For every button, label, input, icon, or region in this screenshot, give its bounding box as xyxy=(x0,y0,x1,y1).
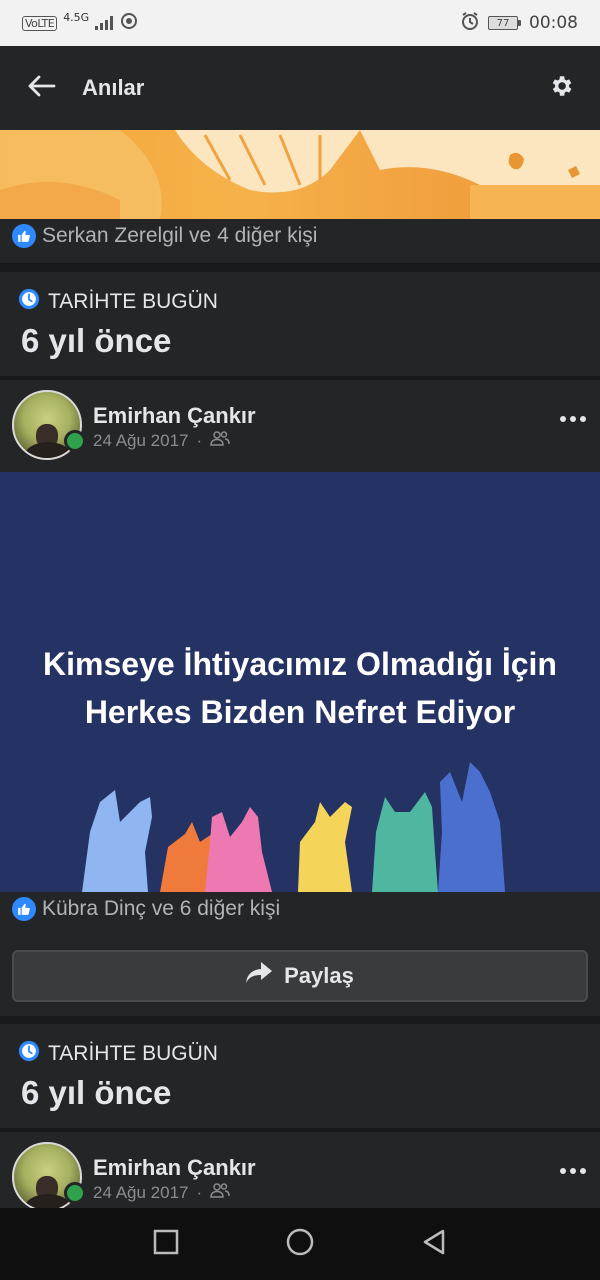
author-name[interactable]: Emirhan Çankır xyxy=(93,1155,256,1181)
reactions-text: Serkan Zerelgil ve 4 diğer kişi xyxy=(42,224,318,247)
post-date[interactable]: 24 Ağu 2017 xyxy=(93,1183,188,1203)
post-header: Emirhan Çankır 24 Ağu 2017 · xyxy=(0,1132,600,1208)
app-bar: Anılar xyxy=(0,46,600,130)
back-arrow-icon[interactable] xyxy=(26,74,56,102)
online-status-dot xyxy=(64,430,86,452)
reactions-row[interactable]: Serkan Zerelgil ve 4 diğer kişi xyxy=(12,224,317,248)
post-date[interactable]: 24 Ağu 2017 xyxy=(93,431,188,451)
status-bar: VoLTE 4.5G 77 00:08 xyxy=(0,0,600,46)
recent-apps-icon[interactable] xyxy=(152,1228,180,1260)
volte-indicator: VoLTE xyxy=(22,15,58,31)
years-ago: 6 yıl önce xyxy=(21,322,172,359)
clock-icon xyxy=(18,288,40,316)
system-navigation-bar xyxy=(0,1208,600,1280)
battery-icon: 77 xyxy=(488,16,521,30)
share-icon xyxy=(246,962,273,990)
friends-icon xyxy=(210,1182,230,1203)
more-options-icon[interactable] xyxy=(560,1168,586,1174)
share-label: Paylaş xyxy=(284,963,354,988)
share-button[interactable]: Paylaş xyxy=(12,950,588,1002)
signal-icon xyxy=(95,16,114,30)
sync-icon xyxy=(119,11,139,36)
hands-illustration xyxy=(82,762,505,892)
years-ago: 6 yıl önce xyxy=(21,1074,172,1111)
on-this-day-section: TARİHTE BUGÜN 6 yıl önce xyxy=(0,1024,600,1128)
meta-separator: · xyxy=(196,1182,203,1202)
more-options-icon[interactable] xyxy=(560,416,586,422)
clock: 00:08 xyxy=(529,13,578,33)
gear-icon[interactable] xyxy=(548,73,574,103)
post-header: Emirhan Çankır 24 Ağu 2017 · xyxy=(0,380,600,472)
memory-image-top[interactable] xyxy=(0,130,600,219)
like-icon xyxy=(12,224,36,248)
home-icon[interactable] xyxy=(284,1226,316,1262)
like-icon xyxy=(12,897,36,921)
friends-icon xyxy=(210,430,230,451)
on-this-day-section: TARİHTE BUGÜN 6 yıl önce xyxy=(0,272,600,376)
page-title: Anılar xyxy=(82,75,145,100)
section-label: TARİHTE BUGÜN xyxy=(48,1042,218,1065)
clock-icon xyxy=(18,1040,40,1068)
back-triangle-icon[interactable] xyxy=(420,1228,448,1260)
section-label: TARİHTE BUGÜN xyxy=(48,290,218,313)
post-image[interactable]: Kimseye İhtiyacımız Olmadığı İçin Herkes… xyxy=(0,472,600,892)
battery-level: 77 xyxy=(488,16,518,30)
alarm-icon xyxy=(460,11,480,36)
reactions-text: Kübra Dinç ve 6 diğer kişi xyxy=(42,897,281,920)
network-type: 4.5G xyxy=(63,10,90,24)
online-status-dot xyxy=(64,1182,86,1204)
reactions-row[interactable]: Kübra Dinç ve 6 diğer kişi xyxy=(12,897,280,921)
meta-separator: · xyxy=(196,430,203,450)
author-name[interactable]: Emirhan Çankır xyxy=(93,403,256,429)
